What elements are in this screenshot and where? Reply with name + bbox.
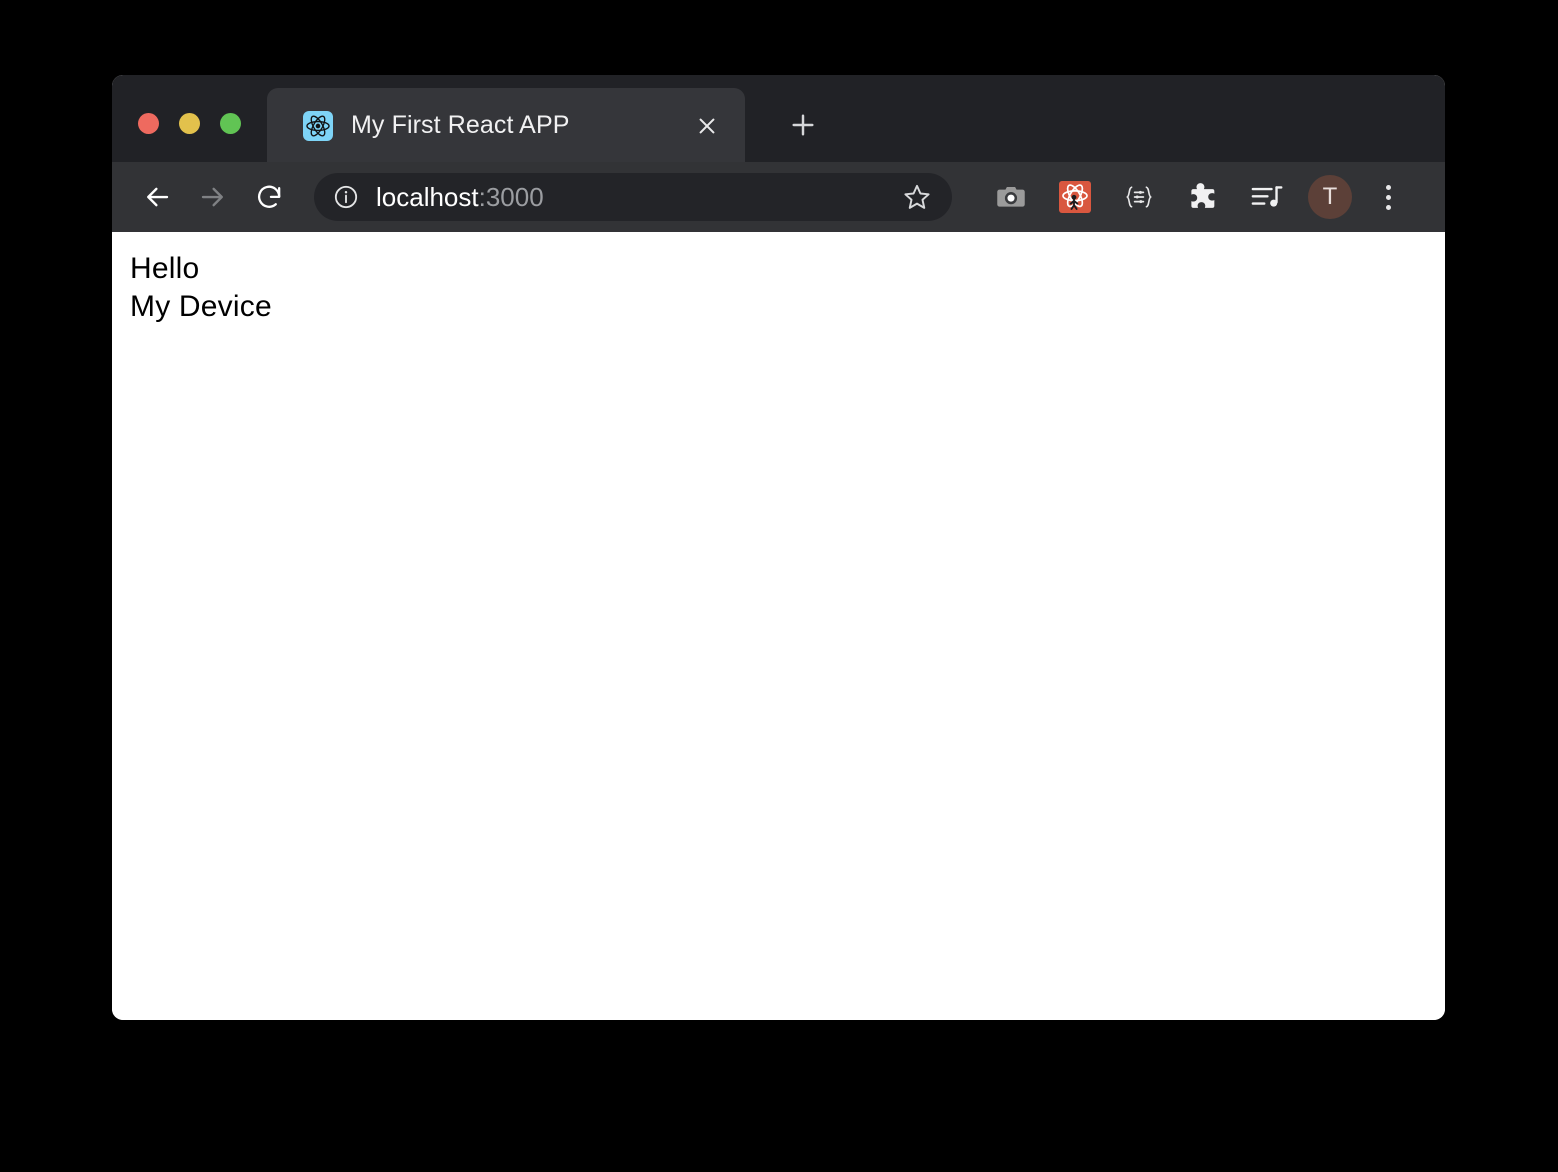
address-bar[interactable]: localhost:3000 (314, 173, 952, 221)
browser-toolbar: localhost:3000 T (112, 162, 1445, 232)
minimize-window-button[interactable] (179, 113, 200, 134)
extension-area: T (988, 174, 1408, 220)
page-text-line: My Device (130, 290, 272, 323)
url-host: localhost (376, 181, 479, 212)
menu-dot (1385, 204, 1391, 210)
page-content: Hello My Device (112, 232, 1445, 1020)
tab-strip: My First React APP (112, 75, 1445, 162)
tab-title: My First React APP (351, 111, 570, 139)
window-controls (138, 113, 241, 134)
plus-icon[interactable] (778, 102, 828, 148)
react-devtools-badge (1059, 181, 1091, 213)
puzzle-piece-icon[interactable] (1180, 174, 1226, 220)
info-circle-icon[interactable] (332, 183, 360, 211)
url-text[interactable]: localhost:3000 (376, 182, 544, 213)
close-icon[interactable] (691, 110, 723, 142)
avatar-initial: T (1322, 183, 1338, 210)
star-outline-icon[interactable] (902, 182, 932, 212)
camera-icon[interactable] (988, 174, 1034, 220)
arrow-left-icon[interactable] (134, 174, 180, 220)
maximize-window-button[interactable] (220, 113, 241, 134)
reload-icon[interactable] (246, 174, 292, 220)
url-port: :3000 (478, 181, 544, 212)
react-devtools-icon[interactable] (1052, 174, 1098, 220)
arrow-right-icon[interactable] (190, 174, 236, 220)
close-window-button[interactable] (138, 113, 159, 134)
react-logo-icon (303, 111, 333, 141)
browser-window: My First React APP localhost:3000 T Hell… (112, 75, 1445, 1020)
json-braces-icon[interactable] (1116, 174, 1162, 220)
three-dots-vertical-icon[interactable] (1368, 174, 1408, 220)
browser-tab-active[interactable]: My First React APP (267, 88, 745, 162)
avatar[interactable]: T (1308, 175, 1352, 219)
page-text-line: Hello (130, 252, 200, 285)
playlist-music-icon[interactable] (1244, 174, 1290, 220)
menu-dot (1385, 194, 1391, 200)
menu-dot (1385, 184, 1391, 190)
